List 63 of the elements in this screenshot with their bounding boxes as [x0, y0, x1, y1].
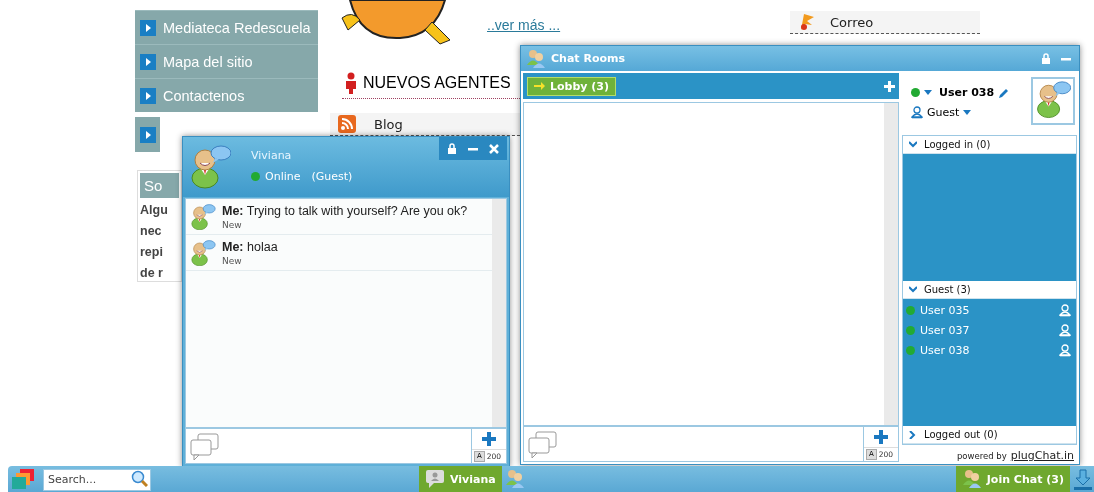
caret-icon[interactable] — [963, 110, 972, 115]
plus-icon — [884, 80, 895, 92]
search-icon — [131, 470, 148, 487]
taskbar-button[interactable]: Viviana — [419, 466, 502, 492]
close-icon[interactable] — [489, 143, 499, 154]
play-icon — [140, 53, 156, 70]
role-text: (Guest) — [311, 170, 353, 183]
menu-item[interactable]: Contactenos — [135, 78, 318, 112]
card-text: nec — [139, 223, 163, 240]
people-icon[interactable] — [504, 469, 525, 489]
pencil-icon[interactable] — [998, 86, 1011, 99]
status-text: Online — [265, 170, 301, 183]
card-text: repi — [139, 244, 164, 261]
arrow-icon — [534, 81, 545, 91]
add-room-button[interactable] — [884, 80, 895, 92]
card-text: Algu — [139, 202, 169, 219]
section-heading: NUEVOS AGENTES — [363, 74, 511, 92]
person-icon — [1059, 323, 1071, 337]
message-text: Me: holaa — [222, 240, 278, 254]
room-tab[interactable]: Lobby (3) — [527, 76, 617, 96]
chevron-right-icon — [909, 430, 917, 439]
play-icon — [140, 19, 156, 36]
menu-item[interactable]: Mapa del sitio — [135, 44, 318, 78]
stacked-squares-icon[interactable] — [11, 468, 35, 490]
person-icon — [911, 106, 923, 119]
user-row[interactable]: User 035 — [903, 300, 1076, 320]
card-text: de r — [139, 265, 164, 281]
flag-icon — [798, 12, 816, 32]
chevron-down-icon — [909, 140, 917, 149]
chevron-down-icon — [909, 285, 917, 294]
contact-name: Viviana — [251, 149, 293, 162]
search-field[interactable]: Search... — [43, 468, 151, 491]
caret-icon[interactable] — [924, 90, 932, 95]
message-text: Me: Trying to talk with yourself? Are you ok? — [222, 204, 468, 218]
card-title: So — [140, 173, 179, 198]
avatar-icon — [190, 240, 216, 266]
more-link[interactable]: ..ver más ... — [487, 17, 561, 33]
avatar-icon — [189, 145, 231, 191]
play-icon — [139, 126, 156, 143]
user-name: User 038 — [939, 86, 995, 99]
user-row[interactable]: User 037 — [903, 320, 1076, 340]
lock-icon[interactable] — [447, 143, 457, 154]
message-status: New — [222, 256, 243, 266]
message-status: New — [222, 220, 243, 230]
role-text: Guest — [927, 106, 960, 119]
people-icon — [961, 469, 982, 489]
brand-link[interactable]: plugChat.in — [1010, 449, 1074, 462]
site-link[interactable]: Correo — [790, 11, 980, 34]
person-icon — [1059, 343, 1071, 357]
avatar-icon — [190, 204, 216, 230]
download-icon[interactable] — [1074, 468, 1092, 490]
person-icon — [1059, 303, 1071, 317]
play-icon — [140, 87, 156, 104]
user-row[interactable]: User 038 — [903, 340, 1076, 360]
chat-icon — [425, 469, 445, 489]
people-icon — [526, 48, 546, 69]
scrollbar[interactable] — [884, 103, 898, 425]
scrollbar[interactable] — [492, 199, 506, 427]
join-chat-button[interactable]: Join Chat (3) — [955, 466, 1070, 492]
powered-by-text: powered by — [956, 451, 1007, 461]
lock-icon[interactable] — [1041, 53, 1051, 64]
menu-item[interactable]: Mediateca Redescuela — [135, 10, 318, 44]
window-title: Chat Rooms — [551, 52, 626, 65]
